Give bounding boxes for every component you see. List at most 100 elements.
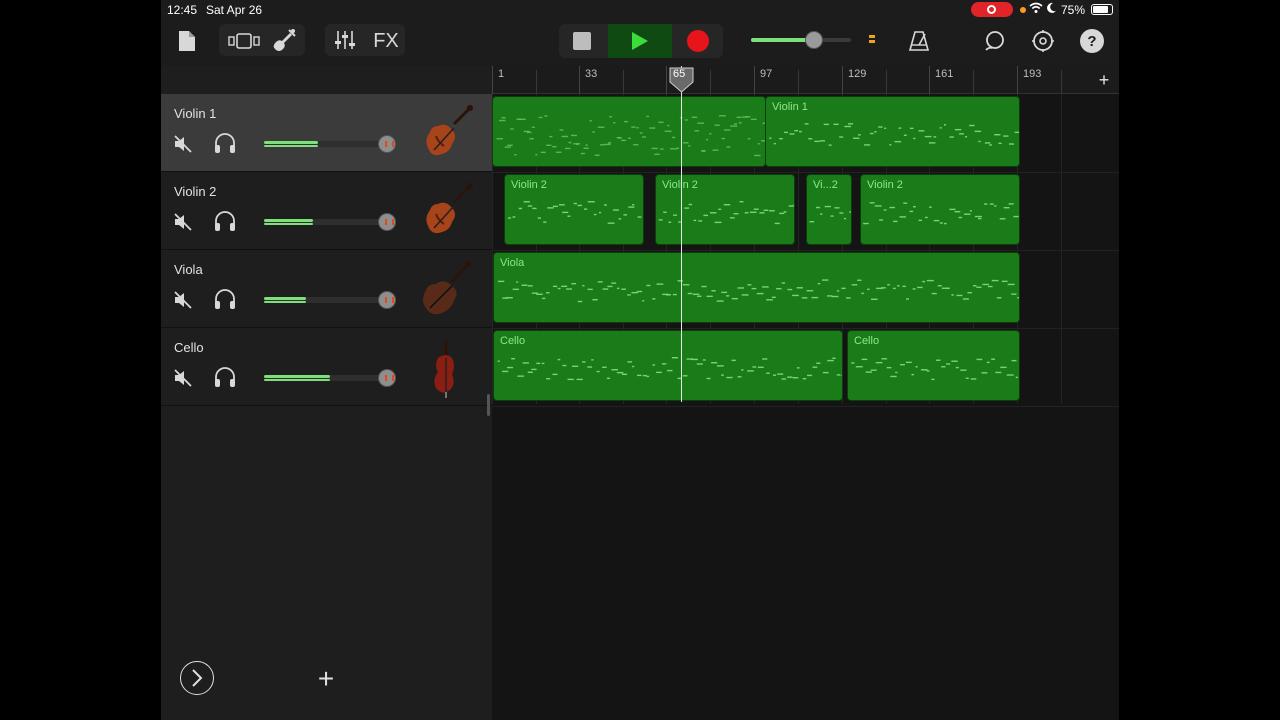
track-volume-slider[interactable] bbox=[264, 135, 396, 153]
track-header-cello[interactable]: Cello bbox=[161, 328, 492, 406]
ruler-minor-tick bbox=[886, 70, 887, 94]
stop-icon bbox=[573, 32, 591, 50]
play-icon bbox=[632, 32, 648, 50]
ruler-minor-tick bbox=[798, 70, 799, 94]
record-icon bbox=[687, 30, 709, 52]
viola-icon bbox=[416, 258, 476, 320]
ruler-major-tick bbox=[666, 66, 667, 94]
region-viola[interactable]: Viola bbox=[493, 252, 1020, 323]
region-violin-2-c[interactable]: Vi...2 bbox=[806, 174, 852, 245]
fx-button[interactable]: FX bbox=[369, 27, 403, 55]
track-name: Violin 2 bbox=[174, 184, 217, 199]
bar-label: 193 bbox=[1023, 68, 1042, 80]
ruler-major-tick bbox=[492, 66, 493, 94]
track-header-violin-2[interactable]: Violin 2 bbox=[161, 172, 492, 250]
bar-label: 161 bbox=[935, 68, 954, 80]
track-volume-slider[interactable] bbox=[264, 369, 396, 387]
region-label: Cello bbox=[854, 335, 880, 347]
region-label: Violin 2 bbox=[662, 179, 698, 191]
violin-icon bbox=[416, 102, 476, 164]
region-label: Violin 2 bbox=[867, 179, 903, 191]
tracks-timeline[interactable]: 1 33 65 97 129 161 193 + Violin 1 Violin… bbox=[492, 66, 1119, 720]
ruler-minor-tick bbox=[710, 70, 711, 94]
midi-notes bbox=[497, 279, 1019, 303]
track-header-violin-1[interactable]: Violin 1 bbox=[161, 94, 492, 172]
record-button[interactable] bbox=[683, 29, 713, 53]
focus-moon-icon bbox=[1046, 2, 1057, 17]
region-violin-2-b[interactable]: Violin 2 bbox=[655, 174, 795, 245]
play-button[interactable] bbox=[608, 24, 672, 58]
track-volume-knob[interactable] bbox=[378, 369, 396, 387]
track-volume-slider[interactable] bbox=[264, 291, 396, 309]
midi-notes bbox=[496, 115, 765, 157]
battery-icon bbox=[1091, 4, 1113, 15]
region-label: Violin 2 bbox=[511, 179, 547, 191]
ruler-major-tick bbox=[754, 66, 755, 94]
region-violin-1-b[interactable]: Violin 1 bbox=[765, 96, 1020, 167]
track-name: Cello bbox=[174, 340, 204, 355]
mute-icon[interactable] bbox=[173, 212, 193, 232]
playhead-line[interactable] bbox=[681, 66, 682, 402]
bar-ruler[interactable]: 1 33 65 97 129 161 193 + bbox=[492, 66, 1119, 94]
add-section-button[interactable]: + bbox=[1093, 69, 1115, 91]
region-label: Vi...2 bbox=[813, 179, 838, 191]
status-bar: 12:45 Sat Apr 26 75% bbox=[161, 0, 1119, 20]
track-volume-knob[interactable] bbox=[378, 135, 396, 153]
track-volume-knob[interactable] bbox=[378, 291, 396, 309]
track-volume-knob[interactable] bbox=[378, 213, 396, 231]
browser-icon[interactable] bbox=[227, 29, 263, 53]
headphones-icon[interactable] bbox=[213, 288, 237, 310]
track-headers-panel: Violin 1 Violin 2 Viola Cello + bbox=[161, 66, 492, 720]
ruler-corner bbox=[161, 66, 492, 94]
settings-icon[interactable] bbox=[1029, 27, 1057, 55]
mixer-icon[interactable] bbox=[331, 26, 359, 54]
master-volume-slider[interactable] bbox=[751, 31, 851, 49]
mute-icon[interactable] bbox=[173, 368, 193, 388]
track-name: Violin 1 bbox=[174, 106, 217, 121]
mute-icon[interactable] bbox=[173, 134, 193, 154]
wifi-icon bbox=[1029, 2, 1043, 17]
bar-label: 1 bbox=[498, 68, 505, 80]
add-track-button[interactable]: + bbox=[311, 663, 341, 694]
region-label: Cello bbox=[500, 335, 526, 347]
ruler-major-tick bbox=[1017, 66, 1018, 94]
region-violin-2-d[interactable]: Violin 2 bbox=[860, 174, 1020, 245]
headphones-icon[interactable] bbox=[213, 210, 237, 232]
battery-percent: 75% bbox=[1061, 3, 1086, 17]
region-violin-2-a[interactable]: Violin 2 bbox=[504, 174, 644, 245]
instrument-icon[interactable] bbox=[269, 26, 299, 56]
chevron-right-icon bbox=[192, 669, 203, 687]
headphones-icon[interactable] bbox=[213, 132, 237, 154]
stop-button[interactable] bbox=[569, 29, 595, 53]
bar-label: 129 bbox=[848, 68, 867, 80]
panel-resize-handle[interactable] bbox=[487, 394, 490, 416]
cello-icon bbox=[416, 336, 476, 398]
document-icon[interactable] bbox=[175, 27, 199, 55]
master-volume-knob[interactable] bbox=[805, 31, 823, 49]
ruler-major-tick bbox=[842, 66, 843, 94]
headphones-icon[interactable] bbox=[213, 366, 237, 388]
mute-icon[interactable] bbox=[173, 290, 193, 310]
grid-line bbox=[1061, 94, 1062, 404]
ruler-major-tick bbox=[929, 66, 930, 94]
loop-browser-icon[interactable] bbox=[981, 27, 1009, 55]
metronome-icon[interactable] bbox=[905, 27, 933, 55]
screen-recording-indicator[interactable] bbox=[971, 2, 1013, 17]
expand-track-headers-button[interactable] bbox=[180, 661, 214, 695]
region-violin-1-a[interactable] bbox=[492, 96, 766, 167]
track-header-viola[interactable]: Viola bbox=[161, 250, 492, 328]
ruler-minor-tick bbox=[623, 70, 624, 94]
region-cello-b[interactable]: Cello bbox=[847, 330, 1020, 401]
region-cello-a[interactable]: Cello bbox=[493, 330, 843, 401]
ruler-minor-tick bbox=[1061, 70, 1062, 94]
status-date: Sat Apr 26 bbox=[206, 3, 263, 17]
bar-label: 97 bbox=[760, 68, 773, 80]
track-name: Viola bbox=[174, 262, 203, 277]
midi-notes bbox=[497, 357, 842, 381]
mic-in-use-dot bbox=[1020, 7, 1026, 13]
help-icon[interactable]: ? bbox=[1080, 29, 1104, 53]
ruler-major-tick bbox=[579, 66, 580, 94]
bar-label: 33 bbox=[585, 68, 598, 80]
track-volume-slider[interactable] bbox=[264, 213, 396, 231]
region-label: Violin 1 bbox=[772, 101, 808, 113]
